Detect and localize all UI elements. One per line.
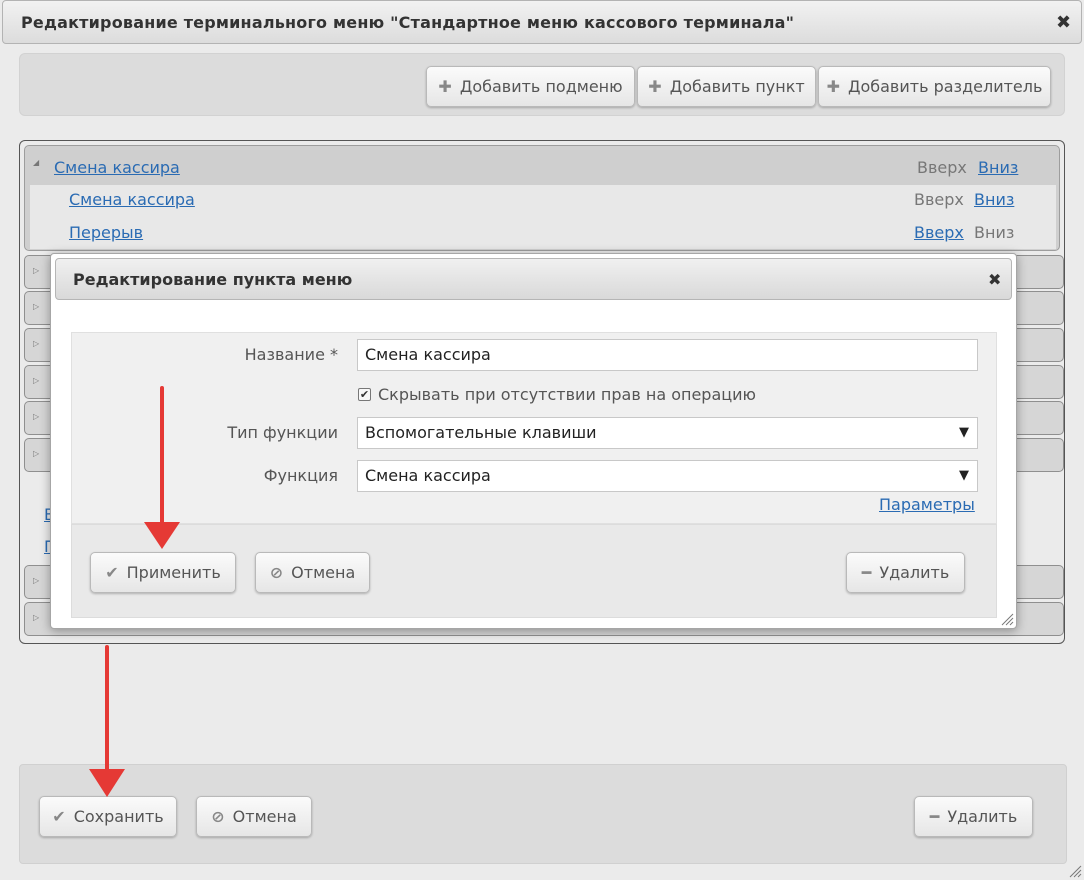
menu-group-label[interactable]: Смена кассира [54, 158, 180, 177]
function-type-label: Тип функции [227, 423, 338, 442]
function-value: Смена кассира [365, 466, 491, 485]
window-resize-handle-icon[interactable] [1068, 864, 1082, 878]
plus-icon: ✚ [648, 76, 662, 96]
cancel-button[interactable]: ⊘ Отмена [255, 552, 370, 593]
menu-group-header: ◢ Смена кассира Вверх Вниз [26, 150, 1058, 184]
main-footer: ✔ Сохранить ⊘ Отмена ━ Удалить [19, 764, 1067, 864]
menu-sub-items: Смена кассира Вверх Вниз Перерыв Вверх В… [30, 185, 1056, 249]
menu-item-up-link[interactable]: Вверх [914, 223, 964, 242]
check-icon: ✔ [105, 562, 119, 582]
expand-triangle-icon[interactable]: ▷ [33, 303, 39, 311]
dialog-form: Название * Смена кассира ✔ Скрывать при … [71, 332, 997, 524]
footer-delete-button[interactable]: ━ Удалить [914, 796, 1033, 837]
apply-label: Применить [126, 563, 221, 582]
window-title: Редактирование терминального меню "Станд… [21, 13, 795, 32]
expand-triangle-icon[interactable]: ▷ [33, 413, 39, 421]
name-input[interactable]: Смена кассира [357, 339, 978, 371]
footer-cancel-label: Отмена [232, 807, 297, 826]
minus-icon: ━ [861, 562, 872, 582]
function-label: Функция [263, 466, 338, 485]
expand-triangle-icon[interactable]: ▷ [33, 450, 39, 458]
expand-triangle-icon[interactable]: ▷ [33, 614, 39, 622]
menu-item-up: Вверх [914, 190, 964, 209]
apply-button[interactable]: ✔ Применить [90, 552, 236, 593]
add-submenu-label: Добавить подменю [459, 77, 623, 96]
menu-group-up: Вверх [917, 158, 967, 177]
annotation-arrow-icon [89, 645, 125, 797]
parameters-link[interactable]: Параметры [879, 495, 975, 514]
menu-group-expanded: ◢ Смена кассира Вверх Вниз Смена кассира… [24, 145, 1060, 251]
save-label: Сохранить [73, 807, 164, 826]
save-button[interactable]: ✔ Сохранить [39, 796, 177, 837]
delete-button[interactable]: ━ Удалить [846, 552, 965, 593]
footer-cancel-button[interactable]: ⊘ Отмена [196, 796, 312, 837]
delete-label: Удалить [879, 563, 950, 582]
hide-without-rights-checkbox[interactable]: ✔ [358, 388, 371, 401]
expand-triangle-icon[interactable]: ▷ [33, 267, 39, 275]
add-item-button[interactable]: ✚ Добавить пункт [637, 66, 816, 107]
cancel-circle-icon: ⊘ [211, 806, 225, 826]
resize-handle-icon[interactable] [1000, 612, 1014, 626]
add-item-label: Добавить пункт [669, 77, 805, 96]
add-separator-label: Добавить разделитель [847, 77, 1043, 96]
hide-without-rights-label: Скрывать при отсутствии прав на операцию [378, 385, 757, 404]
menu-item-down: Вниз [974, 223, 1015, 242]
add-separator-button[interactable]: ✚ Добавить разделитель [818, 66, 1051, 107]
edit-menu-item-dialog: Редактирование пункта меню ✖ Название * … [50, 253, 1017, 629]
expand-triangle-icon[interactable]: ▷ [33, 340, 39, 348]
window-close-icon[interactable]: ✖ [1056, 14, 1071, 32]
plus-icon: ✚ [826, 76, 840, 96]
minus-icon: ━ [929, 806, 940, 826]
dropdown-arrow-icon: ▼ [959, 468, 969, 483]
function-type-value: Вспомогательные клавиши [365, 423, 597, 442]
add-submenu-button[interactable]: ✚ Добавить подменю [426, 66, 635, 107]
function-select[interactable]: Смена кассира ▼ [357, 460, 978, 492]
expand-triangle-icon[interactable]: ▷ [33, 377, 39, 385]
function-type-select[interactable]: Вспомогательные клавиши ▼ [357, 417, 978, 449]
dialog-footer: ✔ Применить ⊘ Отмена ━ Удалить [71, 524, 997, 618]
footer-delete-label: Удалить [947, 807, 1018, 826]
toolbar: ✚ Добавить подменю ✚ Добавить пункт ✚ До… [19, 53, 1065, 116]
dialog-title: Редактирование пункта меню [73, 270, 353, 289]
plus-icon: ✚ [438, 76, 452, 96]
menu-item-label[interactable]: Смена кассира [69, 190, 195, 209]
cancel-circle-icon: ⊘ [269, 562, 284, 582]
annotation-arrow-icon [144, 386, 180, 549]
check-icon: ✔ [52, 806, 66, 826]
expand-triangle-icon[interactable]: ▷ [33, 577, 39, 585]
dropdown-arrow-icon: ▼ [959, 425, 969, 440]
menu-group-down-link[interactable]: Вниз [978, 158, 1018, 177]
name-label: Название * [244, 345, 338, 364]
dialog-titlebar: Редактирование пункта меню ✖ [55, 258, 1012, 300]
menu-item-label[interactable]: Перерыв [69, 223, 143, 242]
window-titlebar: Редактирование терминального меню "Станд… [2, 0, 1082, 44]
cancel-label: Отмена [291, 563, 356, 582]
menu-item-down-link[interactable]: Вниз [974, 190, 1014, 209]
collapse-triangle-icon[interactable]: ◢ [33, 159, 39, 167]
dialog-close-icon[interactable]: ✖ [988, 272, 1001, 288]
